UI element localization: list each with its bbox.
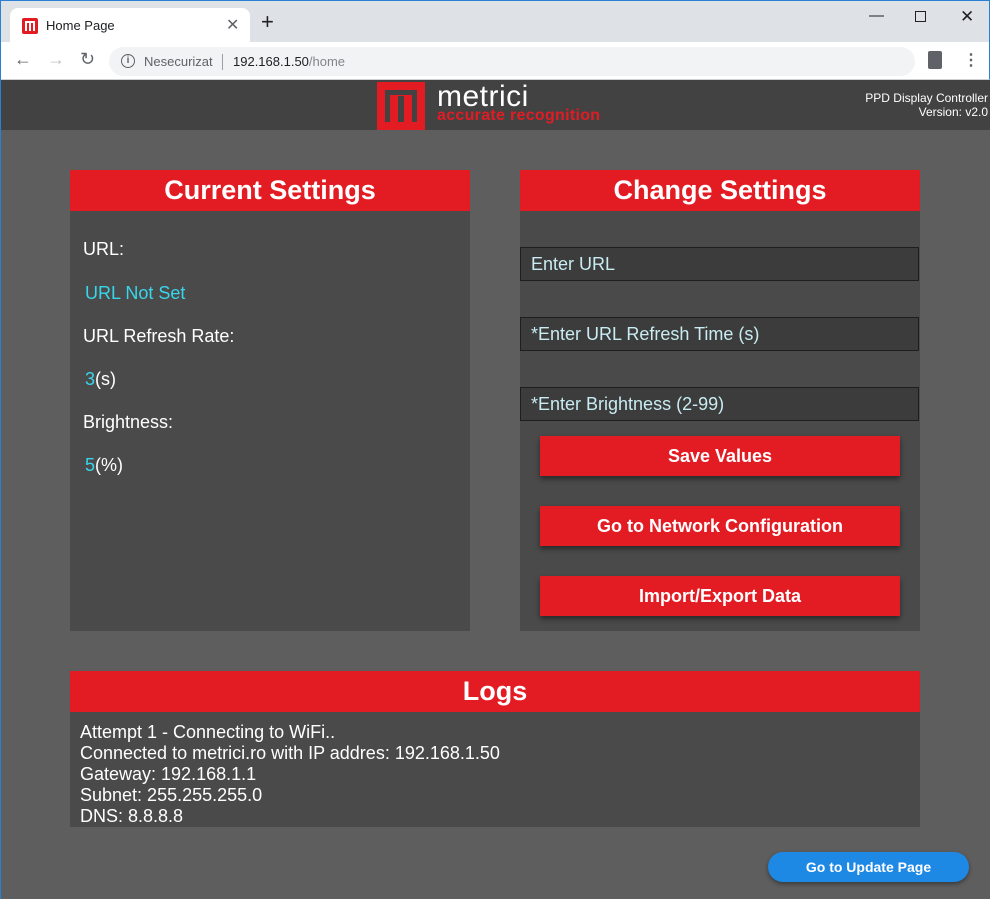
logs-panel: Logs Attempt 1 - Connecting to WiFi.. Co… (70, 671, 920, 827)
log-line: Subnet: 255.255.255.0 (80, 785, 263, 805)
new-tab-icon[interactable]: + (261, 11, 274, 33)
brand-tagline: accurate recognition (437, 107, 601, 124)
refresh-rate-label: URL Refresh Rate: (83, 326, 235, 346)
save-values-button[interactable]: Save Values (540, 436, 900, 476)
refresh-rate-value-row: 3(s) (85, 369, 116, 390)
url-text: 192.168.1.50/home (233, 54, 345, 69)
network-configuration-button[interactable]: Go to Network Configuration (540, 506, 900, 546)
log-line: Gateway: 192.168.1.1 (80, 764, 257, 784)
log-line: Attempt 1 - Connecting to WiFi.. (80, 722, 336, 742)
brightness-input[interactable] (520, 387, 919, 421)
url-input[interactable] (520, 247, 919, 281)
info-icon[interactable]: i (121, 54, 135, 68)
back-arrow-icon[interactable]: ← (14, 49, 32, 70)
brightness-unit: (%) (95, 455, 124, 475)
brightness-value-row: 5(%) (85, 455, 123, 476)
close-tab-icon[interactable]: ✕ (226, 15, 239, 35)
url-label: URL: (83, 239, 125, 259)
minimize-icon[interactable]: — (869, 7, 884, 24)
device-version: Version: v2.0 (918, 105, 988, 119)
window-frame (0, 0, 1, 899)
logs-title: Logs (70, 671, 920, 712)
forward-arrow-icon[interactable]: → (47, 49, 65, 70)
url-value: URL Not Set (85, 283, 186, 303)
browser-menu-icon[interactable]: ⋮ (963, 50, 979, 70)
reload-icon[interactable]: ↻ (80, 49, 95, 70)
brightness-label: Brightness: (83, 412, 174, 432)
url-path: /home (308, 54, 346, 69)
browser-toolbar: ← → ↻ i Nesecurizat 192.168.1.50/home ⋮ (0, 42, 990, 80)
browser-tabstrip: Home Page ✕ + — ✕ (0, 0, 990, 43)
extension-clipboard-icon[interactable] (928, 51, 942, 69)
device-info: PPD Display Controller Version: v2.0 (865, 91, 988, 119)
page-header: metrici accurate recognition PPD Display… (0, 80, 990, 130)
import-export-button[interactable]: Import/Export Data (540, 576, 900, 616)
address-bar[interactable]: i Nesecurizat 192.168.1.50/home (109, 47, 915, 76)
window-close-icon[interactable]: ✕ (960, 7, 974, 27)
metrici-logo-icon (377, 82, 425, 130)
address-divider (222, 54, 223, 70)
security-label: Nesecurizat (144, 54, 213, 69)
metrici-favicon-icon (22, 18, 38, 34)
browser-tab[interactable]: Home Page ✕ (10, 8, 250, 43)
refresh-rate-value: 3 (85, 369, 96, 389)
log-output: Attempt 1 - Connecting to WiFi.. Connect… (70, 712, 920, 837)
device-name: PPD Display Controller (865, 91, 988, 105)
current-settings-panel: Current Settings URL: URL Not Set URL Re… (70, 170, 470, 631)
brightness-value: 5 (85, 455, 96, 475)
change-settings-title: Change Settings (520, 170, 920, 211)
change-settings-panel: Change Settings Save Values Go to Networ… (520, 170, 920, 631)
refresh-rate-unit: (s) (95, 369, 117, 389)
current-settings-title: Current Settings (70, 170, 470, 211)
refresh-time-input[interactable] (520, 317, 919, 351)
log-line: Connected to metrici.ro with IP addres: … (80, 743, 500, 763)
maximize-icon[interactable] (915, 11, 926, 22)
update-page-button[interactable]: Go to Update Page (768, 852, 969, 882)
url-host: 192.168.1.50 (233, 54, 309, 69)
tab-title: Home Page (46, 18, 115, 33)
log-line: DNS: 8.8.8.8 (80, 806, 184, 826)
